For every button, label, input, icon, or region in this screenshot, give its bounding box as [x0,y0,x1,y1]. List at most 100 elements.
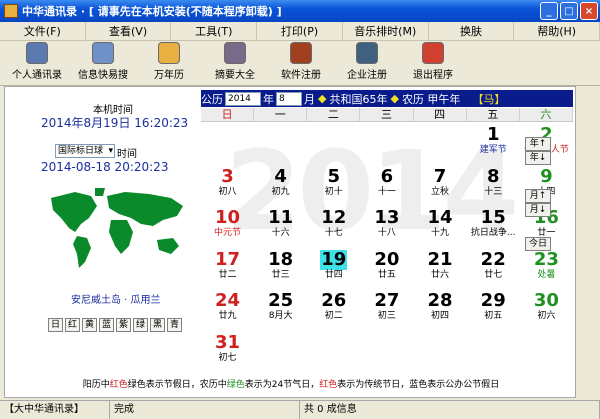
toolbar-button[interactable]: 企业注册 [334,42,400,84]
day-cell-today[interactable]: 19 廿四 [307,249,360,288]
color-button[interactable]: 黑 [150,318,165,332]
day-cell[interactable]: 7 立秋 [414,166,467,205]
weekday-label: 五 [467,108,520,121]
status-bar: 【大中华通讯录】 完成共 0 成信息 [0,400,600,419]
day-cell[interactable]: 23 处暑 [520,249,573,288]
legend-text: 阳历中 [82,380,110,390]
toolbar-button[interactable]: 万年历 [136,42,202,84]
day-cell[interactable]: 18 廿三 [254,249,307,288]
day-cell[interactable]: 5 初十 [307,166,360,205]
city-label[interactable]: 安尼威土岛 · 瓜用兰 [71,291,161,306]
month-suffix: 月 [304,92,315,106]
toolbar-button[interactable]: 信息快易搜 [70,42,136,84]
day-cell[interactable]: 14 十九 [414,208,467,246]
color-button[interactable]: 黄 [82,318,97,332]
day-cell[interactable]: 17 廿二 [201,249,254,288]
south-america-shape [73,236,91,268]
app-icon [4,4,18,18]
day-cell[interactable]: 3 初八 [201,165,254,205]
lunar-day: 立秋 [431,186,450,197]
color-button[interactable]: 青 [167,318,182,332]
legend-text: 蓝色表示公办公节假日 [409,380,500,390]
clock-panel: 本机时间 2014年8月19日 16:20:23 国际标日球 时间 2014-0… [5,87,195,397]
toolbar-label: 万年历 [154,70,184,81]
day-cell[interactable]: 4 初九 [254,166,307,205]
day-cell[interactable]: 12 十七 [307,208,360,246]
status-cell: 共 0 成信息 [300,401,600,419]
timezone-select[interactable]: 国际标日球 [55,144,115,158]
day-cell[interactable]: 11 十六 [254,208,307,246]
menu-item[interactable]: 文件(F) [0,22,86,40]
toolbar-label: 信息快易搜 [78,70,128,81]
day-cell[interactable]: 13 十八 [360,208,413,246]
day-cell[interactable]: 31 初七 [201,331,254,371]
menu-item[interactable]: 换肤 [429,22,515,40]
africa-shape [109,220,133,254]
close-button[interactable]: × [580,2,598,20]
day-cell[interactable]: 1 建军节 [467,125,520,163]
month-down-button[interactable]: 月↓ [525,203,551,217]
day-number: 15 [480,207,506,228]
day-cell[interactable]: 30 初六 [520,291,573,329]
republic-year: 共和国65年 [329,92,388,106]
day-cell[interactable]: 25 8月大 [254,291,307,329]
legend-text: 红色 [319,380,338,390]
color-button[interactable]: 红 [65,318,80,332]
menu-item[interactable]: 帮助(H) [514,22,600,40]
day-cell[interactable]: 29 初五 [467,291,520,329]
color-button[interactable]: 蓝 [99,318,114,332]
day-cell[interactable]: 22 廿七 [467,248,520,288]
color-button[interactable]: 日 [48,318,63,332]
toolbar-button[interactable]: 个人通讯录 [4,42,70,84]
company-icon [356,42,378,64]
lunar-day: 初七 [218,352,237,363]
day-cell[interactable]: 28 初四 [414,291,467,329]
month-select[interactable]: 8 [276,91,302,106]
menu-item[interactable]: 音乐排时(M) [343,22,429,40]
day-cell[interactable]: 20 廿五 [360,249,413,288]
year-down-button[interactable]: 年↓ [525,151,551,165]
day-number: 26 [321,290,347,311]
day-cell[interactable]: 6 十一 [360,166,413,205]
day-cell[interactable]: 15 抗日战争... [467,208,520,246]
menu-item[interactable]: 工具(T) [171,22,258,40]
day-cell[interactable]: 21 廿六 [414,249,467,288]
toolbar-button[interactable]: 软件注册 [268,42,334,84]
color-button[interactable]: 紫 [116,318,131,332]
window-title: 中华通讯录 · [ 请事先在本机安装(不随本程序卸载) ] [22,5,282,18]
day-number: 29 [480,290,506,311]
menu-item[interactable]: 打印(P) [257,22,343,40]
month-up-button[interactable]: 月↑ [525,189,551,203]
day-number: 1 [486,124,500,145]
weekday-label: 一 [254,108,308,121]
today-button[interactable]: 今日 [525,237,551,251]
day-number: 31 [214,331,241,353]
lunar-day: 廿四 [324,269,343,280]
lunar-day: 初八 [218,186,237,197]
australia-shape [157,238,179,254]
lunar-day: 十七 [324,228,343,238]
lunar-day: 十六 [271,228,290,238]
day-cell[interactable]: 24 廿九 [201,291,254,329]
lunar-day: 初五 [484,311,503,321]
lunar-day: 建军节 [479,145,507,155]
year-select[interactable]: 2014 [225,91,261,106]
lunar-year: 农历 甲午年 [401,92,461,106]
legend-text: 绿色表示节假日，农历中 [127,380,227,390]
menu-item[interactable]: 查看(V) [86,22,172,40]
day-number: 22 [480,248,506,270]
toolbar-button[interactable]: 退出程序 [400,42,466,84]
day-cell[interactable]: 10 中元节 [201,208,254,246]
minimize-button[interactable]: _ [540,2,558,20]
day-cell[interactable]: 27 初三 [360,291,413,329]
year-up-button[interactable]: 年↑ [525,137,551,151]
toolbar-button[interactable]: 摘要大全 [202,42,268,84]
color-button[interactable]: 绿 [133,318,148,332]
world-map[interactable] [45,184,190,274]
day-cell[interactable]: 26 初二 [307,291,360,329]
maximize-button[interactable]: □ [560,2,578,20]
local-time-value: 2014年8月19日 16:20:23 [41,116,189,130]
day-cell[interactable]: 8 十三 [467,166,520,205]
lunar-day: 处暑 [537,269,556,280]
day-number: 3 [221,165,234,187]
